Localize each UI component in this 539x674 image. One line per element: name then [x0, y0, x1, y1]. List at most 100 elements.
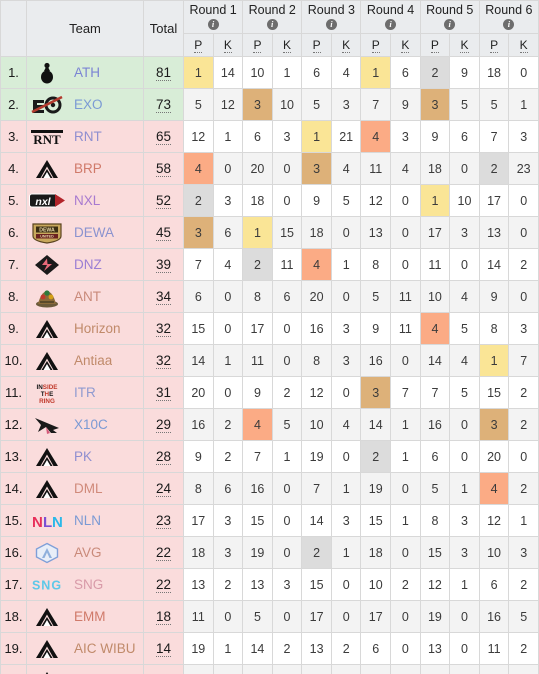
table-row[interactable]: 15. N L N NLN 23 17 3 15 0 14 3 15 1 8 3 12 1 — [0, 504, 539, 537]
team-cell[interactable]: DEWA UNITED DEWA — [26, 216, 144, 249]
header-row-rounds: Team Total Round 1 i Round 2 i Round 3 i Round… — [0, 0, 539, 57]
team-cell[interactable]: RNT RNT — [26, 120, 144, 153]
info-icon[interactable]: i — [325, 18, 337, 30]
table-row[interactable]: 8. ANT 34 6 0 8 6 20 0 5 11 10 4 9 0 — [0, 280, 539, 313]
header-rank — [0, 0, 27, 57]
table-row[interactable]: 17. SNG SNG 22 13 2 13 3 15 0 10 2 12 1 6 2 — [0, 568, 539, 601]
table-row[interactable]: 14. DML 24 8 6 16 0 7 1 19 0 5 1 4 2 — [0, 472, 539, 505]
table-row[interactable]: 13. PK 28 9 2 7 1 19 0 2 1 6 0 20 0 — [0, 440, 539, 473]
table-row[interactable]: 19. AIC WIBU 14 19 1 14 2 13 2 6 0 13 0 11 2 — [0, 632, 539, 665]
team-cell[interactable]: N L N NLN — [26, 504, 144, 537]
info-icon[interactable]: i — [385, 18, 397, 30]
header-round-1-k[interactable]: K — [212, 33, 244, 57]
team-cell[interactable]: ANT — [26, 280, 144, 313]
team-cell[interactable]: DML — [26, 472, 144, 505]
team-cell[interactable]: AVG — [26, 536, 144, 569]
header-round-3-p[interactable]: P — [301, 33, 332, 57]
score-cell: 1 — [271, 56, 303, 89]
info-icon[interactable]: i — [503, 18, 515, 30]
score-cell: 9 — [449, 56, 480, 89]
table-row[interactable]: 3. RNT RNT 65 12 1 6 3 1 21 4 3 9 6 7 3 — [0, 120, 539, 153]
team-cell[interactable]: Antiaa — [26, 344, 144, 377]
team-cell[interactable]: PK — [26, 440, 144, 473]
team-cell[interactable]: Horizon — [26, 312, 144, 345]
rank-cell: 9. — [0, 312, 27, 345]
score-cell: 0 — [390, 632, 421, 665]
info-icon[interactable]: i — [207, 18, 219, 30]
table-row[interactable]: 11. INSIDE THE RING ITR 31 20 0 9 2 12 0 3 7 7 5 15 2 — [0, 376, 539, 409]
header-round-4-k[interactable]: K — [390, 33, 421, 57]
rank-cell: 4. — [0, 152, 27, 185]
score-cell: 4 — [242, 408, 273, 441]
column-letter: P — [490, 38, 499, 53]
header-round-6-k[interactable]: K — [508, 33, 539, 57]
table-row[interactable]: 12. X10C 29 16 2 4 5 10 4 14 1 16 0 3 2 — [0, 408, 539, 441]
header-round-5-k[interactable]: K — [449, 33, 480, 57]
team-cell[interactable]: nxl NXL — [26, 184, 144, 217]
header-round-5: Round 5i — [419, 0, 480, 34]
svg-text:N: N — [52, 514, 63, 531]
team-cell[interactable]: EXO — [26, 88, 144, 121]
total-cell: 22 — [143, 536, 184, 569]
score-cell: 10 — [301, 408, 332, 441]
score-cell: 5 — [478, 88, 510, 121]
score-cell: 1 — [449, 568, 480, 601]
table-row[interactable]: 6. DEWA UNITED DEWA 45 3 6 1 15 18 0 13 0 17 3 13 0 — [0, 216, 539, 249]
header-round-1-p[interactable]: P — [183, 33, 214, 57]
team-cell[interactable]: EMM — [26, 600, 144, 633]
score-cell: 21 — [330, 120, 362, 153]
score-cell: 13 — [419, 632, 451, 665]
score-cell: 2 — [271, 376, 303, 409]
header-round-6-p[interactable]: P — [478, 33, 510, 57]
table-row[interactable]: 1. ATH 81 1 14 10 1 6 4 1 6 2 9 18 0 — [0, 56, 539, 89]
score-cell: 0 — [212, 664, 244, 674]
team-cell[interactable]: MON — [26, 664, 144, 674]
table-row[interactable]: 16. AVG 22 18 3 19 0 2 1 18 0 15 3 10 3 — [0, 536, 539, 569]
team-cell[interactable]: BRP — [26, 152, 144, 185]
total-value: 18 — [155, 608, 172, 625]
header-round-3-k[interactable]: K — [330, 33, 362, 57]
score-cell: 7 — [390, 376, 421, 409]
score-cell: 16 — [301, 312, 332, 345]
team-cell[interactable]: AIC WIBU — [26, 632, 144, 665]
score-cell: 5 — [301, 88, 332, 121]
team-cell[interactable]: DNZ — [26, 248, 144, 281]
header-round-2-p[interactable]: P — [242, 33, 273, 57]
team-cell[interactable]: INSIDE THE RING ITR — [26, 376, 144, 409]
table-row[interactable]: 2. EXO 73 5 12 3 10 5 3 7 9 3 5 5 1 — [0, 88, 539, 121]
score-cell: 5 — [419, 472, 451, 505]
table-row[interactable]: 7. DNZ 39 7 4 2 11 4 1 8 0 11 0 14 2 — [0, 248, 539, 281]
total-cell: 22 — [143, 568, 184, 601]
score-cell: 19 — [242, 536, 273, 569]
score-cell: 10 — [360, 568, 392, 601]
score-cell: 0 — [390, 184, 421, 217]
header-round-5-p[interactable]: P — [419, 33, 451, 57]
header-round-2-k[interactable]: K — [271, 33, 303, 57]
team-cell[interactable]: SNG SNG — [26, 568, 144, 601]
table-row[interactable]: 5. nxl NXL 52 2 3 18 0 9 5 12 0 1 10 17 0 — [0, 184, 539, 217]
score-cell: 4 — [390, 152, 421, 185]
svg-text:L: L — [43, 514, 52, 531]
score-cell: 12 — [478, 504, 510, 537]
total-value: 81 — [155, 64, 172, 81]
header-round-6: Round 6i — [478, 0, 539, 34]
header-round-4-p[interactable]: P — [360, 33, 392, 57]
table-row[interactable]: 18. EMM 18 11 0 5 0 17 0 17 0 19 0 16 5 — [0, 600, 539, 633]
total-value: 45 — [155, 224, 172, 241]
table-row[interactable]: 9. Horizon 32 15 0 17 0 16 3 9 11 4 5 8 3 — [0, 312, 539, 345]
info-icon[interactable]: i — [444, 18, 456, 30]
table-row[interactable]: 20.MON6100120112200200190 — [0, 664, 539, 674]
apex-logo-icon — [27, 444, 67, 470]
score-cell: 1 — [390, 440, 421, 473]
column-letter: P — [430, 38, 439, 53]
rank-cell: 3. — [0, 120, 27, 153]
total-value: 32 — [155, 352, 172, 369]
rank-cell: 20. — [0, 664, 27, 674]
score-cell: 4 — [360, 120, 392, 153]
team-cell[interactable]: X10C — [26, 408, 144, 441]
table-row[interactable]: 4. BRP 58 4 0 20 0 3 4 11 4 18 0 2 23 — [0, 152, 539, 185]
column-letter: P — [371, 38, 380, 53]
info-icon[interactable]: i — [266, 18, 278, 30]
table-row[interactable]: 10. Antiaa 32 14 1 11 0 8 3 16 0 14 4 1 7 — [0, 344, 539, 377]
team-cell[interactable]: ATH — [26, 56, 144, 89]
